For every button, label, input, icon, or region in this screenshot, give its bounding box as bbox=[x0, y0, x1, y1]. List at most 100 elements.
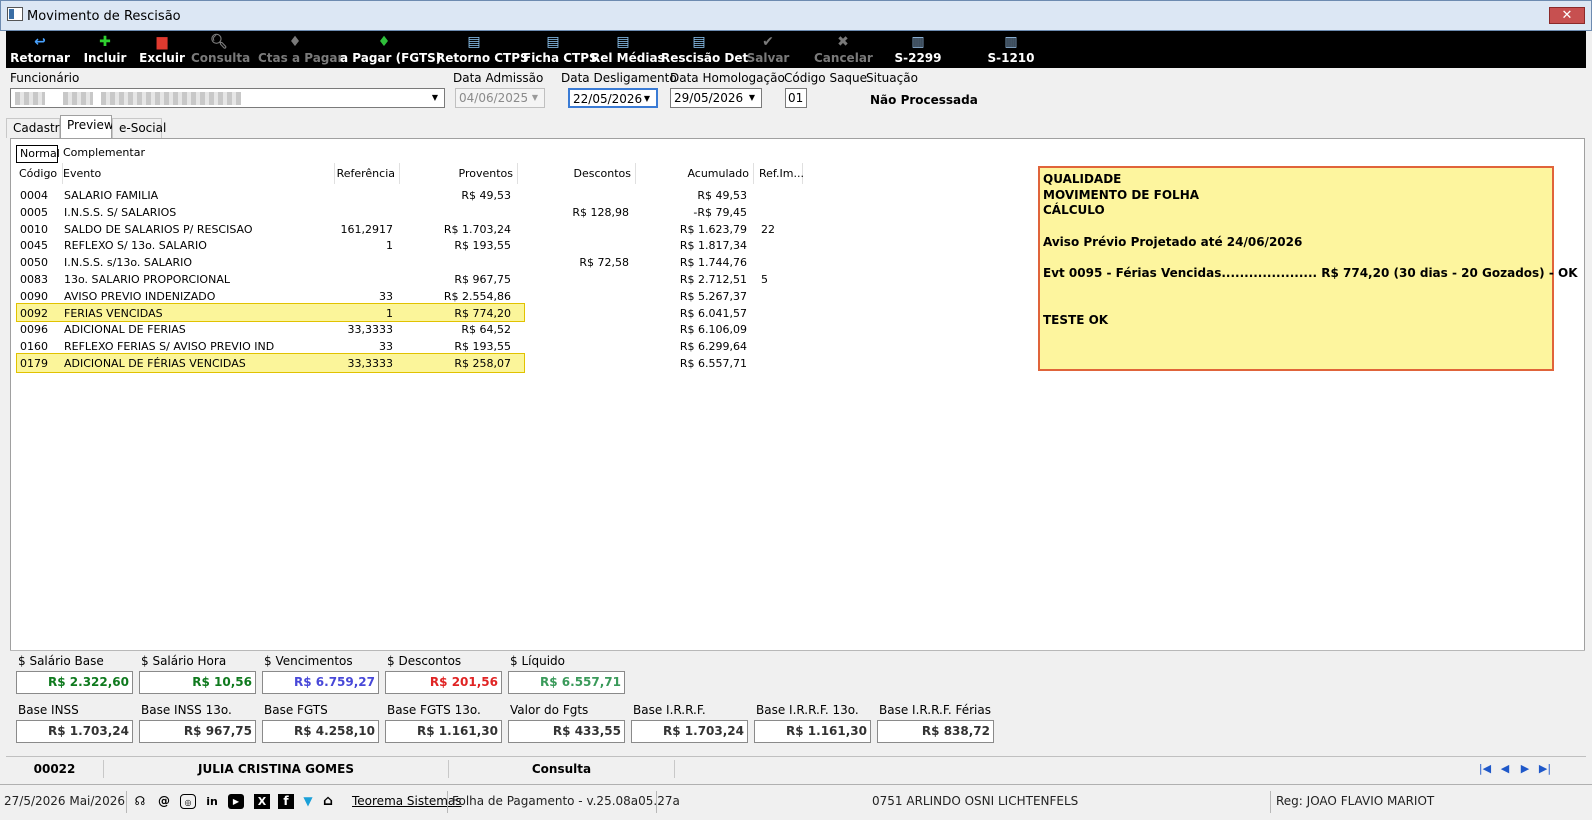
graduation-cap-icon[interactable]: ⌂ bbox=[320, 794, 336, 809]
col-header-codigo[interactable]: Código bbox=[19, 163, 63, 184]
table-row[interactable]: 0096 ADICIONAL DE FERIAS 33,3333 R$ 64,52 R$… bbox=[14, 321, 814, 338]
rel-médias-button[interactable]: ▤ Rel Médias bbox=[591, 31, 665, 68]
teorema-logo-icon[interactable]: ▼ bbox=[300, 794, 316, 809]
toolbar-button-label: Rel Médias bbox=[591, 51, 665, 65]
document-icon: ▥ bbox=[911, 34, 925, 50]
s-2299-button[interactable]: ▥ S-2299 bbox=[894, 31, 942, 68]
consulta-button: 🔍︎ Consulta bbox=[191, 31, 251, 68]
excluir-button[interactable]: ▆ Excluir bbox=[139, 31, 185, 68]
email-at-icon[interactable]: @ bbox=[156, 794, 172, 809]
tab-cadastro[interactable]: Cadastro bbox=[6, 118, 67, 138]
ficha-ctps-button[interactable]: ▤ Ficha CTPS bbox=[523, 31, 598, 68]
col-header-evento[interactable]: Evento bbox=[63, 163, 335, 184]
incluir-button[interactable]: ✚ Incluir bbox=[79, 31, 131, 68]
col-header-referencia[interactable]: Referência bbox=[335, 163, 400, 184]
a-pagar-fgts-button[interactable]: ♦ a Pagar (FGTS) bbox=[340, 31, 441, 68]
table-row[interactable]: 0010 SALDO DE SALARIOS P/ RESCISAO 161,291… bbox=[14, 221, 814, 238]
base-value-field: R$ 4.258,10 bbox=[262, 720, 379, 743]
youtube-icon[interactable]: ▶ bbox=[228, 794, 244, 809]
redacted-employee-name bbox=[101, 92, 241, 105]
close-window-button[interactable]: ✕ bbox=[1549, 7, 1585, 24]
document-icon: ▥ bbox=[1004, 34, 1018, 50]
rescisão-det-button[interactable]: ▤ Rescisão Det bbox=[661, 31, 748, 68]
funcionario-select[interactable]: ▼ bbox=[10, 88, 445, 108]
instagram-icon[interactable]: ◎ bbox=[180, 794, 196, 809]
salvar-button: ✔ Salvar bbox=[745, 31, 791, 68]
toolbar-button-label: S-1210 bbox=[987, 51, 1035, 65]
cell-evento: 13o. SALARIO PROPORCIONAL bbox=[64, 273, 230, 286]
col-header-descontos[interactable]: Descontos bbox=[518, 163, 636, 184]
cell-proventos: R$ 1.703,24 bbox=[443, 222, 511, 236]
next-record-icon[interactable]: ▶ bbox=[1516, 761, 1534, 776]
data-homologacao-label: Data Homologação bbox=[670, 71, 785, 85]
first-record-icon[interactable]: |◀ bbox=[1476, 761, 1494, 776]
col-header-proventos[interactable]: Proventos bbox=[400, 163, 518, 184]
status-divider bbox=[126, 791, 127, 813]
system-status-bar: 27/5/2026 Mai/2026 ☊ @ ◎ in ▶ X f ▼ ⌂ Te… bbox=[0, 784, 1592, 820]
previous-record-icon[interactable]: ◀ bbox=[1496, 761, 1514, 776]
linkedin-icon[interactable]: in bbox=[204, 794, 220, 809]
headset-support-icon[interactable]: ☊ bbox=[132, 794, 148, 809]
total-value-field: R$ 6.557,71 bbox=[508, 671, 625, 694]
data-admissao-field: 04/06/2025 ▼ bbox=[455, 88, 545, 108]
toolbar-button-label: Consulta bbox=[191, 51, 251, 65]
record-status-bar: 00022 JULIA CRISTINA GOMES Consulta |◀ ◀… bbox=[6, 756, 1586, 779]
toolbar-button-label: Ctas a Pagar bbox=[258, 51, 344, 65]
last-record-icon[interactable]: ▶| bbox=[1536, 761, 1554, 776]
tab-esocial[interactable]: e-Social bbox=[112, 118, 166, 138]
cell-acumulado: R$ 5.267,37 bbox=[679, 289, 747, 303]
cell-codigo: 0004 bbox=[20, 189, 48, 202]
table-row[interactable]: 0004 SALARIO FAMILIA R$ 49,53 R$ 49,53 bbox=[14, 187, 814, 204]
toolbar-button-label: Salvar bbox=[746, 51, 790, 65]
data-desligamento-field[interactable]: 22/05/2026 ▼ bbox=[568, 88, 658, 108]
base-value-field: R$ 967,75 bbox=[139, 720, 256, 743]
cell-acumulado: R$ 2.712,51 bbox=[679, 273, 747, 286]
dropdown-arrow-icon[interactable]: ▼ bbox=[639, 91, 655, 106]
table-row[interactable]: 0005 I.N.S.S. S/ SALARIOS R$ 128,98 -R$ 79,… bbox=[14, 204, 814, 221]
table-row[interactable]: 0045 REFLEXO S/ 13o. SALARIO 1 R$ 193,55 R$ … bbox=[14, 237, 814, 254]
toolbar-button-label: Excluir bbox=[139, 51, 185, 65]
cell-referencia: 1 bbox=[386, 306, 393, 320]
s-1210-button[interactable]: ▥ S-1210 bbox=[983, 31, 1039, 68]
x-twitter-icon[interactable]: X bbox=[254, 794, 270, 809]
table-row[interactable]: 0050 I.N.S.S. s/13o. SALARIO R$ 72,58 R$ 1.… bbox=[14, 254, 814, 271]
base-value-field: R$ 1.161,30 bbox=[385, 720, 502, 743]
codigo-saque-input[interactable]: 01 bbox=[785, 88, 807, 108]
subtab-normal[interactable]: Normal bbox=[16, 145, 60, 163]
observation-note: QUALIDADE MOVIMENTO DE FOLHA CÁLCULO Aviso … bbox=[1038, 166, 1578, 371]
subtab-complementar[interactable]: Complementar bbox=[60, 145, 145, 163]
col-header-refim[interactable]: Ref.Im... bbox=[754, 163, 804, 184]
data-homologacao-field[interactable]: 29/05/2026 ▼ bbox=[670, 88, 762, 108]
teorema-sistemas-link[interactable]: Teorema Sistemas bbox=[352, 793, 462, 810]
cell-descontos: R$ 128,98 bbox=[572, 205, 629, 219]
cell-codigo: 0083 bbox=[20, 273, 48, 286]
redacted-employee-id bbox=[15, 92, 45, 105]
dropdown-arrow-icon[interactable]: ▼ bbox=[744, 90, 760, 106]
table-row[interactable]: 0083 13o. SALARIO PROPORCIONAL R$ 967,75 R$… bbox=[14, 271, 814, 288]
base-value-field: R$ 1.703,24 bbox=[16, 720, 133, 743]
cell-evento: REFLEXO S/ 13o. SALARIO bbox=[64, 239, 207, 253]
cell-referencia: 33,3333 bbox=[347, 357, 394, 370]
retorno-ctps-button[interactable]: ▤ Retorno CTPS bbox=[436, 31, 529, 68]
cell-acumulado: R$ 1.817,34 bbox=[679, 239, 747, 253]
table-row[interactable]: 0090 AVISO PREVIO INDENIZADO 33 R$ 2.554,86… bbox=[14, 288, 814, 305]
cell-proventos: R$ 193,55 bbox=[454, 239, 511, 253]
note-line: MOVIMENTO DE FOLHA bbox=[1043, 187, 1200, 202]
base-label: Valor do Fgts bbox=[510, 703, 589, 717]
cell-acumulado: R$ 6.106,09 bbox=[679, 323, 747, 337]
cell-evento: I.N.S.S. S/ SALARIOS bbox=[64, 205, 177, 219]
money-bag-icon: ♦ bbox=[288, 34, 302, 50]
data-desligamento-label: Data Desligamento bbox=[561, 71, 677, 85]
tab-preview[interactable]: Preview bbox=[60, 115, 114, 138]
table-row[interactable]: 0160 REFLEXO FERIAS S/ AVISO PREVIO IND 33… bbox=[14, 338, 814, 355]
table-row[interactable]: 0092 FERIAS VENCIDAS 1 R$ 774,20 R$ 6.041,57 bbox=[14, 305, 814, 322]
toolbar-button-label: Cancelar bbox=[814, 51, 873, 65]
printer-icon: ▤ bbox=[692, 34, 706, 50]
facebook-icon[interactable]: f bbox=[278, 794, 294, 809]
col-header-acumulado[interactable]: Acumulado bbox=[636, 163, 754, 184]
window-title: Movimento de Rescisão bbox=[27, 9, 181, 24]
retornar-button[interactable]: ↩ Retornar bbox=[10, 31, 70, 68]
cell-acumulado: R$ 1.744,76 bbox=[679, 256, 747, 270]
note-line bbox=[1043, 219, 1549, 235]
table-row[interactable]: 0179 ADICIONAL DE FÉRIAS VENCIDAS 33,3333 R… bbox=[14, 355, 814, 372]
